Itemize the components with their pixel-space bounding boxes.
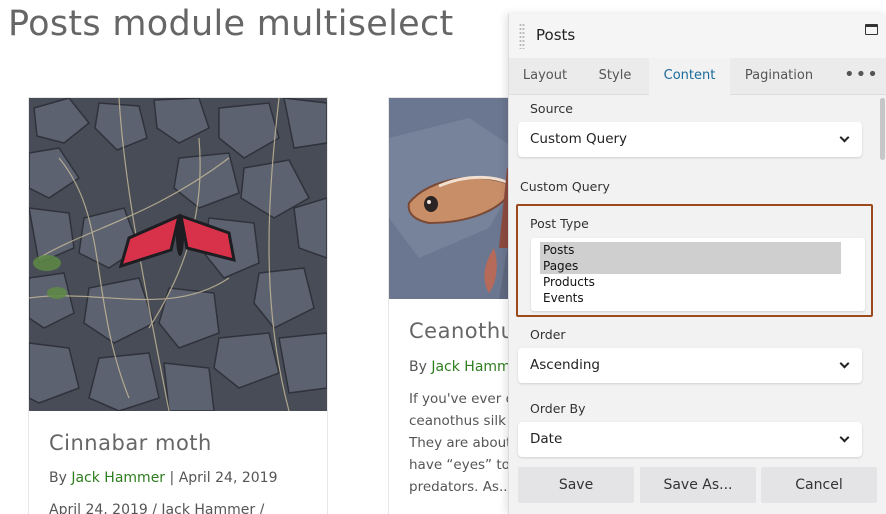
excerpt-line: ceanothus silk m xyxy=(409,413,519,429)
order-select[interactable]: Ascending xyxy=(518,348,862,383)
order-by-label: Order By xyxy=(530,401,586,416)
excerpt-line: predators. As... xyxy=(409,479,512,495)
by-label: By xyxy=(49,470,72,486)
option-events[interactable]: Events xyxy=(540,290,841,306)
tab-layout[interactable]: Layout xyxy=(509,58,581,95)
post-meta-line: April 24, 2019 / Jack Hammer / xyxy=(49,502,265,514)
drag-handle-icon[interactable] xyxy=(519,23,525,49)
chevron-down-icon xyxy=(839,432,850,443)
tab-style[interactable]: Style xyxy=(588,58,642,95)
save-button[interactable]: Save xyxy=(518,467,634,503)
excerpt-line: have “eyes” to s xyxy=(409,457,519,473)
more-tabs-icon[interactable]: ••• xyxy=(844,58,878,95)
panel-tabs: Layout Style Content Pagination ••• xyxy=(509,58,886,95)
source-select-value: Custom Query xyxy=(530,131,628,147)
maximize-icon[interactable] xyxy=(865,24,878,35)
post-type-label: Post Type xyxy=(530,216,589,231)
post-date: April 24, 2019 xyxy=(178,470,278,486)
panel-header[interactable]: Posts xyxy=(509,14,886,58)
custom-query-heading: Custom Query xyxy=(520,179,610,194)
post-title[interactable]: Cinnabar moth xyxy=(49,431,212,455)
author-link[interactable]: Jack Hammer xyxy=(71,470,165,486)
excerpt-line: They are about xyxy=(409,435,512,451)
cancel-button[interactable]: Cancel xyxy=(761,467,877,503)
source-label: Source xyxy=(530,101,573,116)
option-pages[interactable]: Pages xyxy=(540,258,841,274)
order-by-select-value: Date xyxy=(530,431,563,447)
chevron-down-icon xyxy=(839,132,850,143)
order-label: Order xyxy=(530,327,566,342)
order-select-value: Ascending xyxy=(530,357,600,373)
post-type-field: Post Type Posts Pages Products Events xyxy=(516,204,873,317)
panel-scrollbar[interactable] xyxy=(880,98,885,160)
post-excerpt: If you've ever co ceanothus silk m They … xyxy=(409,388,519,498)
meta-separator: | xyxy=(165,470,179,486)
option-products[interactable]: Products xyxy=(540,274,841,290)
post-type-multiselect[interactable]: Posts Pages Products Events xyxy=(531,238,865,311)
order-by-select[interactable]: Date xyxy=(518,422,862,457)
page-title: Posts module multiselect xyxy=(8,4,454,44)
panel-body: Source Custom Query Custom Query Post Ty… xyxy=(509,96,886,466)
post-card: Cinnabar moth By Jack Hammer | April 24,… xyxy=(28,97,328,514)
excerpt-line: If you've ever co xyxy=(409,391,519,407)
option-posts[interactable]: Posts xyxy=(540,242,841,258)
tab-pagination[interactable]: Pagination xyxy=(735,58,823,95)
cinnabar-moth-photo xyxy=(29,98,327,411)
post-meta: By Jack Hammer | April 24, 2019 xyxy=(49,470,277,486)
save-as-button[interactable]: Save As... xyxy=(640,467,756,503)
tab-content[interactable]: Content xyxy=(649,58,730,95)
source-select[interactable]: Custom Query xyxy=(518,122,862,157)
panel-title: Posts xyxy=(536,26,576,44)
settings-panel: Posts Layout Style Content Pagination ••… xyxy=(508,14,886,514)
post-thumbnail[interactable] xyxy=(29,98,327,411)
panel-footer: Save Save As... Cancel xyxy=(509,466,886,514)
chevron-down-icon xyxy=(839,358,850,369)
by-label: By xyxy=(409,359,432,375)
